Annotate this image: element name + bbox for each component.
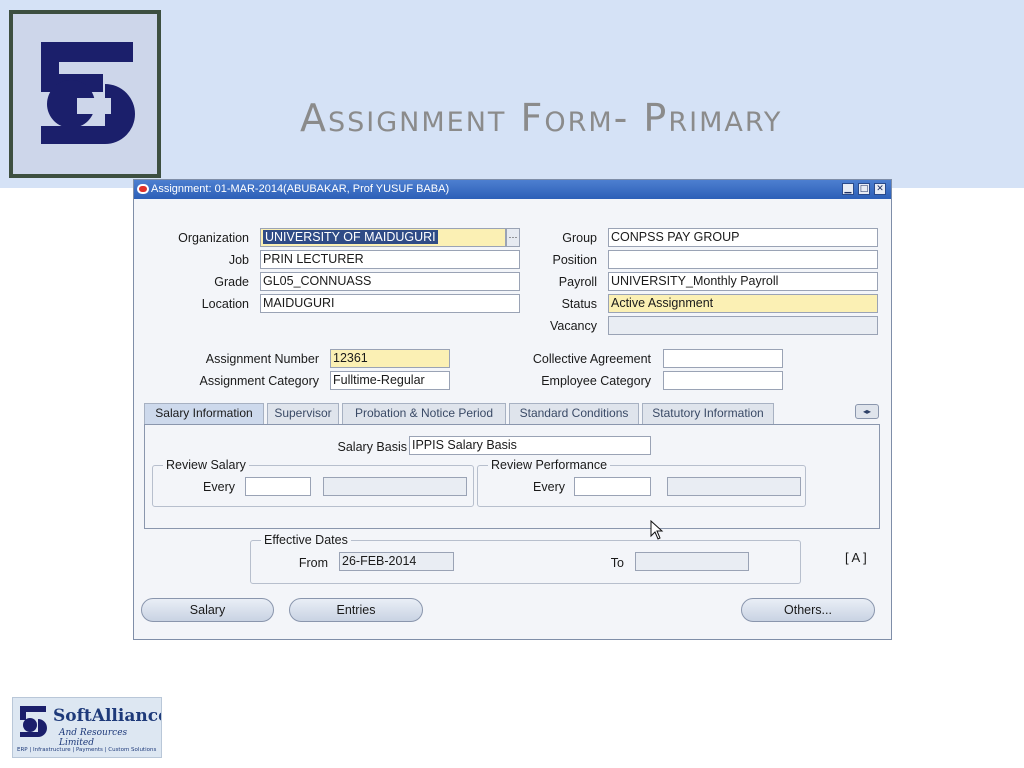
group-label: Group <box>562 231 597 245</box>
status-field[interactable]: Active Assignment <box>608 294 878 313</box>
collective-agreement-label: Collective Agreement <box>532 352 651 366</box>
minimize-button[interactable]: ▁ <box>842 183 854 195</box>
maximize-button[interactable]: □ <box>858 183 870 195</box>
assignment-number-label: Assignment Number <box>205 352 319 366</box>
grade-field[interactable]: GL05_CONNUASS <box>260 272 520 291</box>
effective-from-field[interactable]: 26-FEB-2014 <box>339 552 454 571</box>
assignment-category-label: Assignment Category <box>199 374 319 388</box>
assignment-category-field[interactable]: Fulltime-Regular <box>330 371 450 390</box>
tab-probation-notice-period[interactable]: Probation & Notice Period <box>342 403 506 424</box>
review-salary-group: Review Salary Every <box>152 458 474 507</box>
location-field[interactable]: MAIDUGURI <box>260 294 520 313</box>
attachment-indicator[interactable]: [ A ] <box>845 550 867 565</box>
grade-label: Grade <box>214 275 249 289</box>
review-performance-group: Review Performance Every <box>477 458 806 507</box>
review-performance-every-label: Every <box>533 480 565 494</box>
review-performance-title: Review Performance <box>488 458 611 472</box>
company-logo-small: SoftAlliance And Resources Limited ERP |… <box>12 697 162 758</box>
effective-to-label: To <box>610 556 624 570</box>
organization-value: UNIVERSITY OF MAIDUGURI <box>263 230 438 244</box>
salary-basis-field[interactable]: IPPIS Salary Basis <box>409 436 651 455</box>
review-salary-every-label: Every <box>203 480 235 494</box>
assignment-window: Assignment: 01-MAR-2014(ABUBAKAR, Prof Y… <box>133 179 892 640</box>
review-salary-unit-field[interactable] <box>323 477 467 496</box>
job-field[interactable]: PRIN LECTURER <box>260 250 520 269</box>
review-salary-title: Review Salary <box>163 458 249 472</box>
window-title: Assignment: 01-MAR-2014(ABUBAKAR, Prof Y… <box>151 183 450 195</box>
oracle-icon <box>137 184 149 194</box>
effective-dates-title: Effective Dates <box>261 533 351 547</box>
others-button[interactable]: Others... <box>741 598 875 622</box>
collective-agreement-field[interactable] <box>663 349 783 368</box>
salary-button[interactable]: Salary <box>141 598 274 622</box>
group-field[interactable]: CONPSS PAY GROUP <box>608 228 878 247</box>
review-performance-unit-field[interactable] <box>667 477 801 496</box>
salary-basis-label: Salary Basis <box>337 440 407 454</box>
employee-category-field[interactable] <box>663 371 783 390</box>
assignment-number-field[interactable]: 12361 <box>330 349 450 368</box>
payroll-label: Payroll <box>558 275 597 289</box>
job-label: Job <box>228 253 249 267</box>
company-tagline: ERP | Infrastructure | Payments | Custom… <box>17 747 157 753</box>
status-label: Status <box>561 297 597 311</box>
salary-information-panel: Salary Basis IPPIS Salary Basis Review S… <box>144 424 880 529</box>
tab-scroll-icon[interactable]: ◂▸ <box>855 404 879 419</box>
payroll-field[interactable]: UNIVERSITY_Monthly Payroll <box>608 272 878 291</box>
close-button[interactable]: ✕ <box>874 183 886 195</box>
company-logo-large <box>9 10 161 178</box>
effective-from-label: From <box>298 556 328 570</box>
slide-title: Assignment Form- Primary <box>300 96 783 140</box>
review-performance-every-field[interactable] <box>574 477 651 496</box>
tab-statutory-information[interactable]: Statutory Information <box>642 403 774 424</box>
logo-mark-icon <box>13 14 157 174</box>
vacancy-field[interactable] <box>608 316 878 335</box>
position-label: Position <box>552 253 597 267</box>
tab-standard-conditions[interactable]: Standard Conditions <box>509 403 639 424</box>
company-subtitle: And Resources Limited <box>59 728 128 748</box>
effective-dates-group: Effective Dates From 26-FEB-2014 To <box>250 533 801 584</box>
vacancy-label: Vacancy <box>549 319 597 333</box>
entries-button[interactable]: Entries <box>289 598 423 622</box>
position-field[interactable] <box>608 250 878 269</box>
effective-to-field[interactable] <box>635 552 749 571</box>
company-name: SoftAlliance <box>53 706 162 726</box>
window-titlebar[interactable]: Assignment: 01-MAR-2014(ABUBAKAR, Prof Y… <box>134 180 891 199</box>
logo-mark-small-icon <box>20 706 47 737</box>
review-salary-every-field[interactable] <box>245 477 311 496</box>
organization-field[interactable]: UNIVERSITY OF MAIDUGURI <box>260 228 506 247</box>
employee-category-label: Employee Category <box>541 374 651 388</box>
mouse-cursor-icon <box>650 520 664 540</box>
organization-label: Organization <box>178 231 249 245</box>
tab-salary-information[interactable]: Salary Information <box>144 403 264 425</box>
tab-supervisor[interactable]: Supervisor <box>267 403 339 424</box>
location-label: Location <box>201 297 249 311</box>
organization-lov-button[interactable]: ··· <box>506 228 520 247</box>
